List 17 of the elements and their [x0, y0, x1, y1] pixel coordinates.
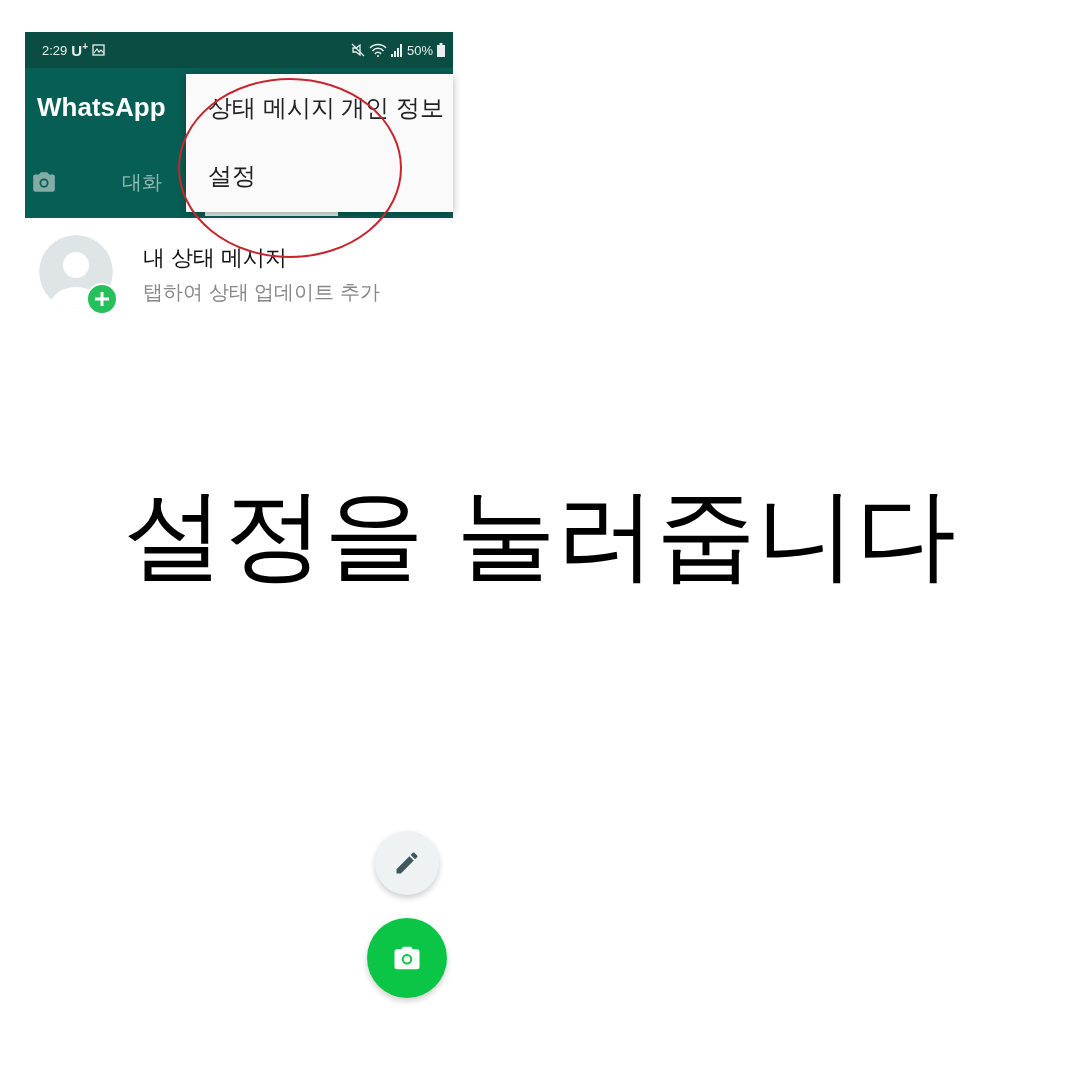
battery-level: 50% [406, 42, 433, 58]
chats-tab[interactable]: 대화 [120, 164, 164, 200]
camera-button[interactable] [367, 918, 447, 998]
signal-icon [390, 43, 403, 57]
caption-text: 설정을 눌러줍니다 [124, 476, 956, 593]
battery-icon [437, 43, 445, 57]
app-title: WhatsApp [37, 92, 166, 123]
wifi-icon [368, 43, 387, 57]
status-hint: 탭하여 상태 업데이트 추가 [143, 279, 380, 305]
gallery-icon [92, 44, 105, 56]
menu-item[interactable]: 설정 [186, 142, 453, 210]
status-title: 내 상태 메시지 [143, 243, 289, 272]
edit-button[interactable] [375, 831, 439, 895]
add-icon[interactable] [86, 283, 118, 315]
carrier-logo: U$^{+}$ [71, 41, 88, 59]
status-time: 2:29 [42, 42, 68, 58]
mute-icon [350, 43, 365, 57]
